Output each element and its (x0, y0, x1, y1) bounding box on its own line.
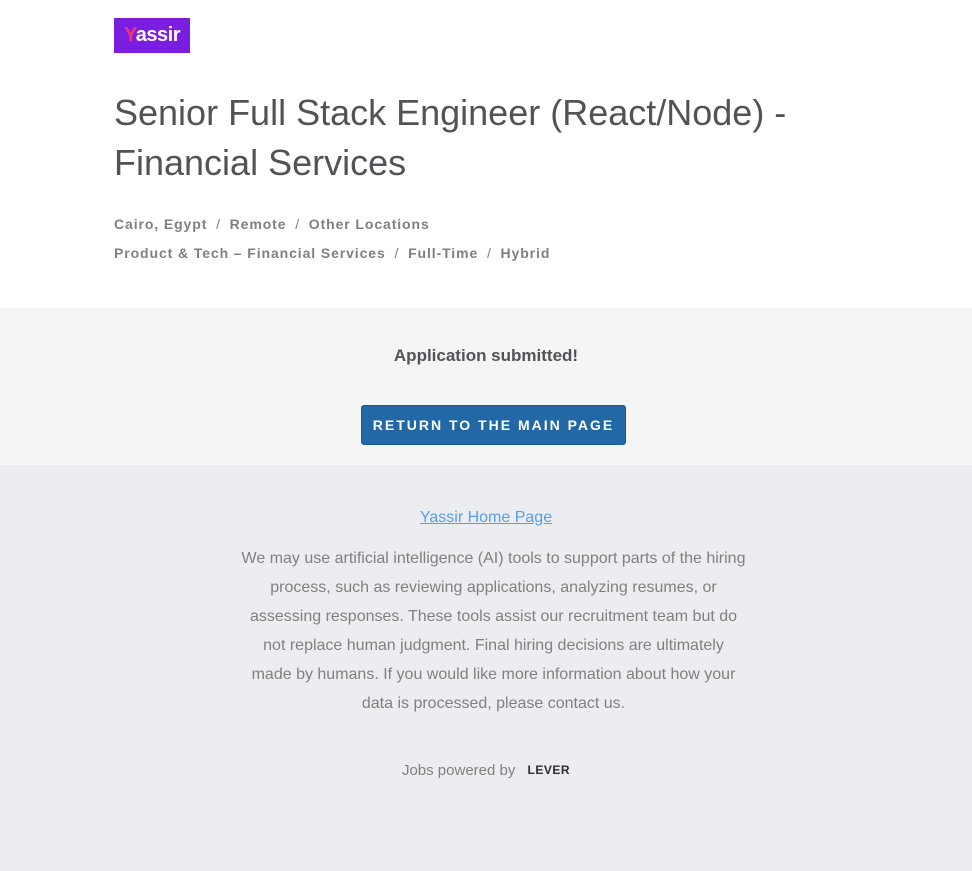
return-to-main-page-button[interactable]: RETURN TO THE MAIN PAGE (361, 405, 626, 445)
job-title: Senior Full Stack Engineer (React/Node) … (114, 92, 787, 183)
job-other-locations: Other Locations (308, 216, 430, 232)
job-location: Cairo, Egypt (114, 216, 208, 232)
job-location-type: Remote (229, 216, 287, 232)
yassir-logo[interactable]: Yassir (114, 18, 190, 53)
yassir-home-page-link[interactable]: Yassir Home Page (420, 509, 552, 526)
lever-logo[interactable]: LEVER (528, 763, 571, 777)
job-header: Yassir Senior Full Stack Engineer (React… (0, 0, 972, 308)
separator: / (295, 216, 300, 232)
separator: / (394, 245, 400, 261)
submission-status: Application submitted! (393, 346, 579, 365)
job-commitment: Full-Time (408, 245, 479, 261)
logo-initial: Y (124, 24, 136, 46)
job-team: Product & Tech – Financial Services (114, 245, 386, 261)
ai-notice: We may use artificial intelligence (AI) … (241, 550, 746, 712)
separator: / (486, 245, 492, 261)
separator: / (216, 216, 221, 232)
logo-text: Yassir (124, 24, 180, 47)
job-workplace: Hybrid (500, 245, 551, 261)
job-location-row: Cairo, Egypt / Remote / Other Locations (114, 216, 430, 232)
home-link-wrapper: Yassir Home Page (0, 509, 972, 527)
powered-by: Jobs powered by LEVER (0, 762, 972, 779)
job-categories-row: Product & Tech – Financial Services / Fu… (114, 245, 550, 261)
submission-confirmation: Application submitted! RETURN TO THE MAI… (0, 308, 972, 465)
page-footer: Yassir Home Page We may use artificial i… (0, 465, 972, 871)
logo-rest: assir (135, 24, 181, 46)
powered-by-text: Jobs powered by (401, 762, 516, 779)
